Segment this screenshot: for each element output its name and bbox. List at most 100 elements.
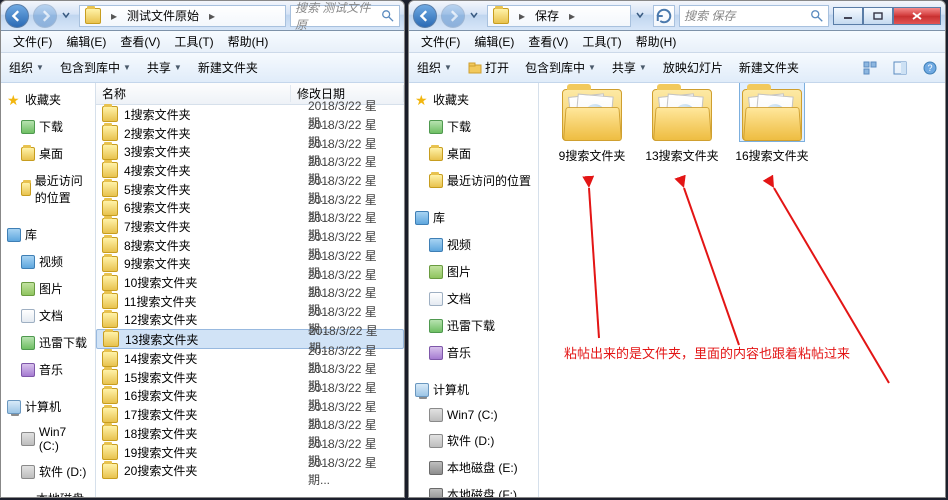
tree-pictures[interactable]: 图片 (409, 259, 538, 286)
tool-organize[interactable]: 组织 ▼ (7, 59, 46, 76)
window-close-button[interactable] (893, 7, 941, 25)
tree-local-f[interactable]: 本地磁盘 (F:) (409, 482, 538, 497)
folder-icon (102, 425, 118, 441)
tool-include-in-library[interactable]: 包含到库中 ▼ (58, 59, 133, 76)
tool-share[interactable]: 共享 ▼ (610, 59, 649, 76)
tool-new-folder[interactable]: 新建文件夹 (196, 59, 260, 76)
menu-view[interactable]: 查看(V) (114, 31, 166, 52)
annotation-text: 粘帖出来的是文件夹，里面的内容也跟着粘帖过来 (564, 343, 850, 362)
nav-history-dropdown[interactable] (469, 9, 483, 23)
tree-favorites[interactable]: ★收藏夹 (1, 87, 95, 114)
breadcrumb-segment[interactable]: 保存 (530, 6, 564, 26)
tree-documents[interactable]: 文档 (1, 303, 95, 330)
tree-downloads[interactable]: 下载 (409, 114, 538, 141)
tree-favorites[interactable]: ★收藏夹 (409, 87, 538, 114)
tree-computer[interactable]: 计算机 (1, 394, 95, 421)
list-item[interactable]: 20搜索文件夹2018/3/22 星期... (96, 461, 404, 480)
menu-help[interactable]: 帮助(H) (630, 31, 683, 52)
folder-icon (493, 8, 509, 24)
folder-icon (102, 293, 118, 309)
menu-tools[interactable]: 工具(T) (576, 31, 627, 52)
column-header-name[interactable]: 名称 (96, 85, 291, 102)
nav-tree: ★收藏夹下载桌面最近访问的位置库视频图片文档迅雷下载音乐计算机Win7 (C:)… (409, 83, 539, 497)
search-input[interactable]: 搜索 测试文件原 (290, 5, 400, 27)
tree-computer[interactable]: 计算机 (409, 377, 538, 404)
folder-label: 13搜索文件夹 (645, 147, 718, 164)
tree-downloads[interactable]: 下载 (1, 114, 95, 141)
breadcrumb-chevron-icon[interactable]: ▸ (106, 6, 122, 26)
toolbar: 组织 ▼ 打开 包含到库中 ▼ 共享 ▼ 放映幻灯片 新建文件夹 ? (409, 53, 945, 83)
folder-item[interactable]: 13搜索文件夹 (639, 83, 725, 185)
nav-forward-button[interactable] (441, 4, 465, 28)
tree-video[interactable]: 视频 (409, 232, 538, 259)
refresh-button[interactable] (653, 5, 675, 27)
folder-icon-view[interactable]: 粘帖出来的是文件夹，里面的内容也跟着粘帖过来 9搜索文件夹 13搜索文件夹 16搜索… (539, 83, 945, 497)
tool-new-folder[interactable]: 新建文件夹 (737, 59, 801, 76)
tree-win7-c[interactable]: Win7 (C:) (1, 421, 95, 459)
tree-recent[interactable]: 最近访问的位置 (1, 168, 95, 212)
tool-organize[interactable]: 组织 ▼ (415, 59, 454, 76)
titlebar[interactable]: ▸ 保存 ▸ 搜索 保存 (409, 1, 945, 31)
menu-file[interactable]: 文件(F) (415, 31, 466, 52)
tree-libraries[interactable]: 库 (1, 222, 95, 249)
menu-edit[interactable]: 编辑(E) (60, 31, 112, 52)
tree-pictures[interactable]: 图片 (1, 276, 95, 303)
tree-video[interactable]: 视频 (1, 249, 95, 276)
tree-xunlei[interactable]: 迅雷下载 (1, 330, 95, 357)
tree-local-e[interactable]: 本地磁盘 (E:) (409, 455, 538, 482)
folder-item[interactable]: 9搜索文件夹 (549, 83, 635, 185)
list-item-name: 12搜索文件夹 (124, 311, 302, 328)
tree-desktop[interactable]: 桌面 (409, 141, 538, 168)
breadcrumb-chevron-icon[interactable]: ▸ (204, 6, 220, 26)
tree-documents[interactable]: 文档 (409, 286, 538, 313)
tree-desktop[interactable]: 桌面 (1, 141, 95, 168)
folder-icon (85, 8, 101, 24)
breadcrumb-segment[interactable]: 测试文件原始 (122, 6, 204, 26)
menu-tools[interactable]: 工具(T) (168, 31, 219, 52)
nav-back-button[interactable] (413, 4, 437, 28)
preview-pane-button[interactable] (891, 59, 909, 77)
view-options-button[interactable] (861, 59, 879, 77)
list-item-name: 7搜索文件夹 (124, 218, 302, 235)
search-input[interactable]: 搜索 保存 (679, 5, 829, 27)
tree-software-d[interactable]: 软件 (D:) (1, 459, 95, 486)
menu-help[interactable]: 帮助(H) (222, 31, 275, 52)
explorer-window-target: ▸ 保存 ▸ 搜索 保存 文件(F) 编辑(E) 查看(V) 工具(T) 帮助(… (408, 0, 946, 498)
list-item-date: 2018/3/22 星期... (308, 454, 398, 488)
breadcrumb-chevron-icon[interactable]: ▸ (564, 6, 580, 26)
breadcrumb-chevron-icon[interactable]: ▸ (514, 6, 530, 26)
tree-local-e[interactable]: 本地磁盘 (E:) (1, 486, 95, 497)
tree-music[interactable]: 音乐 (409, 340, 538, 367)
address-bar[interactable]: ▸ 保存 ▸ (487, 5, 631, 27)
tree-music[interactable]: 音乐 (1, 357, 95, 384)
folder-icon (102, 275, 118, 291)
menu-edit[interactable]: 编辑(E) (468, 31, 520, 52)
tree-win7-c[interactable]: Win7 (C:) (409, 404, 538, 428)
tree-xunlei[interactable]: 迅雷下载 (409, 313, 538, 340)
nav-forward-button[interactable] (33, 4, 57, 28)
tool-share[interactable]: 共享 ▼ (145, 59, 184, 76)
nav-history-dropdown[interactable] (61, 9, 75, 23)
tree-recent[interactable]: 最近访问的位置 (409, 168, 538, 195)
address-dropdown[interactable] (635, 9, 649, 23)
tool-slideshow[interactable]: 放映幻灯片 (661, 59, 725, 76)
tool-open[interactable]: 打开 (466, 59, 511, 76)
address-bar[interactable]: ▸ 测试文件原始 ▸ (79, 5, 286, 27)
list-item-name: 13搜索文件夹 (125, 331, 303, 348)
tree-libraries[interactable]: 库 (409, 205, 538, 232)
menu-file[interactable]: 文件(F) (7, 31, 58, 52)
menubar: 文件(F) 编辑(E) 查看(V) 工具(T) 帮助(H) (409, 31, 945, 53)
list-item-name: 10搜索文件夹 (124, 274, 302, 291)
folder-item[interactable]: 16搜索文件夹 (729, 83, 815, 185)
help-button[interactable]: ? (921, 59, 939, 77)
tool-include-in-library[interactable]: 包含到库中 ▼ (523, 59, 598, 76)
folder-icon (102, 312, 118, 328)
nav-back-button[interactable] (5, 4, 29, 28)
tree-software-d[interactable]: 软件 (D:) (409, 428, 538, 455)
window-minimize-button[interactable] (833, 7, 863, 25)
menu-view[interactable]: 查看(V) (522, 31, 574, 52)
folder-icon (102, 444, 118, 460)
toolbar: 组织 ▼ 包含到库中 ▼ 共享 ▼ 新建文件夹 (1, 53, 404, 83)
titlebar[interactable]: ▸ 测试文件原始 ▸ 搜索 测试文件原 (1, 1, 404, 31)
window-maximize-button[interactable] (863, 7, 893, 25)
